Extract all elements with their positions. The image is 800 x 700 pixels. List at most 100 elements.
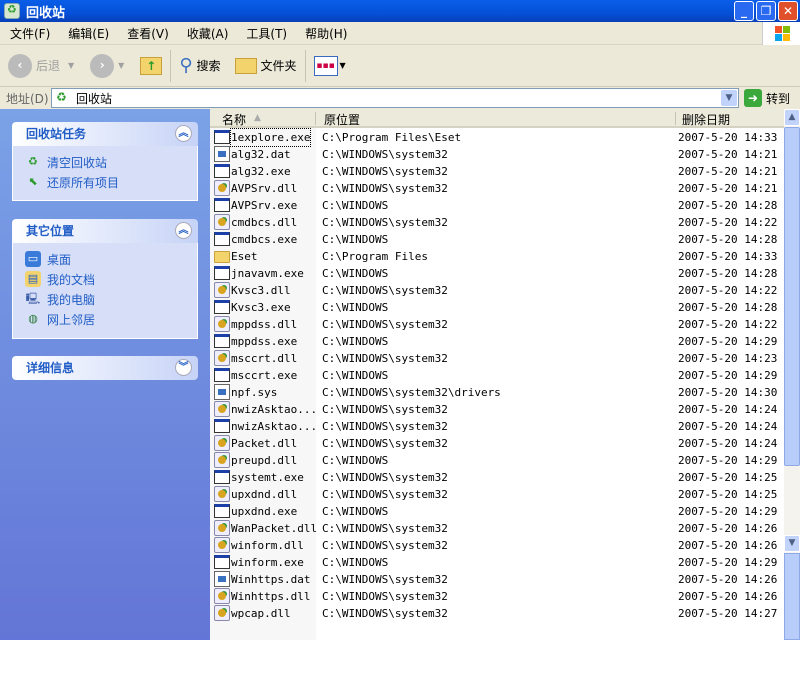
network-places-link[interactable]: ◍ 网上邻居 bbox=[25, 309, 185, 329]
file-row[interactable]: jnavavm.exe C:\WINDOWS 2007-5-20 14:28 bbox=[210, 265, 784, 282]
restore-all-link[interactable]: ⬉ 还原所有项目 bbox=[25, 172, 185, 192]
search-button[interactable]: ⚲ 搜索 bbox=[179, 55, 220, 76]
file-deleted-date: 2007-5-20 14:28 bbox=[678, 301, 778, 314]
file-row[interactable]: AVPSrv.dll C:\WINDOWS\system32 2007-5-20… bbox=[210, 180, 784, 197]
file-row[interactable]: 1explore.exe C:\Program Files\Eset 2007-… bbox=[210, 128, 784, 147]
exe-file-icon bbox=[214, 504, 230, 518]
column-date[interactable]: 删除日期 bbox=[682, 111, 730, 128]
panel-header[interactable]: 回收站任务 ︽ bbox=[12, 122, 198, 146]
column-location[interactable]: 原位置 bbox=[324, 111, 360, 128]
scroll-up-button[interactable]: ▲ bbox=[784, 109, 800, 126]
file-location: C:\WINDOWS\system32 bbox=[322, 403, 448, 416]
address-dropdown-button[interactable]: ▼ bbox=[721, 90, 737, 106]
menu-edit[interactable]: 编辑(E) bbox=[68, 25, 109, 42]
views-button[interactable]: ▪▪▪ ▼ bbox=[313, 55, 346, 76]
file-row[interactable]: wpcap.dll C:\WINDOWS\system32 2007-5-20 … bbox=[210, 605, 784, 622]
file-row[interactable]: Winhttps.dat C:\WINDOWS\system32 2007-5-… bbox=[210, 571, 784, 588]
file-location: C:\WINDOWS\system32 bbox=[322, 165, 448, 178]
my-computer-icon: 🖳 bbox=[25, 292, 41, 305]
folder-icon bbox=[234, 57, 257, 74]
file-name: Kvsc3.exe bbox=[231, 301, 291, 314]
menu-tools[interactable]: 工具(T) bbox=[246, 25, 287, 42]
panel-header[interactable]: 详细信息 ︾ bbox=[12, 356, 198, 380]
menu-file[interactable]: 文件(F) bbox=[10, 25, 50, 42]
close-button[interactable]: ✕ bbox=[778, 1, 798, 21]
folders-button[interactable]: 文件夹 bbox=[234, 57, 297, 74]
file-name: WanPacket.dll bbox=[231, 522, 318, 535]
file-row[interactable]: upxdnd.dll C:\WINDOWS\system32 2007-5-20… bbox=[210, 486, 784, 503]
empty-recycle-bin-link[interactable]: ♻ 清空回收站 bbox=[25, 152, 185, 172]
menu-view[interactable]: 查看(V) bbox=[127, 25, 169, 42]
lower-scrollbar-region[interactable] bbox=[784, 553, 800, 640]
forward-button[interactable]: › ▼ bbox=[90, 53, 124, 78]
views-icon: ▪▪▪ bbox=[313, 55, 338, 76]
window-title: 回收站 bbox=[26, 5, 66, 21]
file-row[interactable]: Kvsc3.dll C:\WINDOWS\system32 2007-5-20 … bbox=[210, 282, 784, 299]
file-name: AVPSrv.dll bbox=[231, 182, 298, 195]
collapse-icon[interactable]: ︽ bbox=[175, 125, 192, 142]
my-computer-link[interactable]: 🖳 我的电脑 bbox=[25, 289, 185, 309]
file-name: upxdnd.dll bbox=[231, 488, 298, 501]
file-row[interactable]: alg32.exe C:\WINDOWS\system32 2007-5-20 … bbox=[210, 163, 784, 180]
file-row[interactable]: Winhttps.dll C:\WINDOWS\system32 2007-5-… bbox=[210, 588, 784, 605]
exe-file-icon bbox=[214, 130, 230, 144]
file-name: Eset bbox=[231, 250, 258, 263]
panel-header[interactable]: 其它位置 ︽ bbox=[12, 219, 198, 243]
column-name[interactable]: 名称 bbox=[222, 111, 246, 128]
file-row[interactable]: msccrt.exe C:\WINDOWS 2007-5-20 14:29 bbox=[210, 367, 784, 384]
file-row[interactable]: preupd.dll C:\WINDOWS 2007-5-20 14:29 bbox=[210, 452, 784, 469]
file-location: C:\WINDOWS bbox=[322, 505, 389, 518]
file-row[interactable]: systemt.exe C:\WINDOWS\system32 2007-5-2… bbox=[210, 469, 784, 486]
windows-logo-icon bbox=[762, 22, 800, 45]
dat-file-icon bbox=[214, 384, 230, 400]
menu-favorites[interactable]: 收藏(A) bbox=[187, 25, 229, 42]
file-location: C:\WINDOWS bbox=[322, 369, 389, 382]
recycle-bin-icon: ♻ bbox=[56, 90, 67, 104]
restore-icon: ⬉ bbox=[28, 175, 38, 188]
file-deleted-date: 2007-5-20 14:21 bbox=[678, 165, 778, 178]
file-location: C:\WINDOWS\system32 bbox=[322, 539, 448, 552]
scroll-down-button[interactable]: ▼ bbox=[784, 535, 800, 552]
file-name: Winhttps.dll bbox=[231, 590, 311, 603]
expand-icon[interactable]: ︾ bbox=[175, 359, 192, 376]
file-name: upxdnd.exe bbox=[231, 505, 298, 518]
back-button[interactable]: ‹ 后退 ▼ bbox=[8, 53, 74, 78]
title-bar[interactable]: 回收站 _ ❐ ✕ bbox=[0, 0, 800, 22]
file-deleted-date: 2007-5-20 14:23 bbox=[678, 352, 778, 365]
file-location: C:\WINDOWS bbox=[322, 301, 389, 314]
file-row[interactable]: winform.dll C:\WINDOWS\system32 2007-5-2… bbox=[210, 537, 784, 554]
go-button[interactable]: ➜ 转到 bbox=[744, 89, 790, 107]
up-folder-button[interactable]: ↑ bbox=[140, 56, 163, 75]
search-icon: ⚲ bbox=[179, 55, 193, 76]
file-row[interactable]: nwizAsktao... C:\WINDOWS\system32 2007-5… bbox=[210, 418, 784, 435]
file-row[interactable]: Eset C:\Program Files 2007-5-20 14:33 bbox=[210, 248, 784, 265]
file-row[interactable]: alg32.dat C:\WINDOWS\system32 2007-5-20 … bbox=[210, 146, 784, 163]
my-documents-link[interactable]: ▤ 我的文档 bbox=[25, 269, 185, 289]
vertical-scrollbar[interactable]: ▲ ▼ bbox=[784, 109, 800, 640]
file-row[interactable]: AVPSrv.exe C:\WINDOWS 2007-5-20 14:28 bbox=[210, 197, 784, 214]
collapse-icon[interactable]: ︽ bbox=[175, 222, 192, 239]
file-name: msccrt.dll bbox=[231, 352, 298, 365]
up-folder-icon: ↑ bbox=[140, 56, 163, 75]
address-bar: 地址(D) ♻ 回收站 ▼ ➜ 转到 bbox=[0, 87, 800, 109]
file-row[interactable]: nwizAsktao... C:\WINDOWS\system32 2007-5… bbox=[210, 401, 784, 418]
file-row[interactable]: Kvsc3.exe C:\WINDOWS 2007-5-20 14:28 bbox=[210, 299, 784, 316]
address-input[interactable]: ♻ 回收站 ▼ bbox=[51, 88, 739, 108]
file-row[interactable]: npf.sys C:\WINDOWS\system32\drivers 2007… bbox=[210, 384, 784, 401]
file-row[interactable]: WanPacket.dll C:\WINDOWS\system32 2007-5… bbox=[210, 520, 784, 537]
file-row[interactable]: upxdnd.exe C:\WINDOWS 2007-5-20 14:29 bbox=[210, 503, 784, 520]
desktop-link[interactable]: ▭ 桌面 bbox=[25, 249, 185, 269]
menu-help[interactable]: 帮助(H) bbox=[305, 25, 347, 42]
file-deleted-date: 2007-5-20 14:22 bbox=[678, 284, 778, 297]
file-row[interactable]: cmdbcs.dll C:\WINDOWS\system32 2007-5-20… bbox=[210, 214, 784, 231]
file-row[interactable]: cmdbcs.exe C:\WINDOWS 2007-5-20 14:28 bbox=[210, 231, 784, 248]
file-row[interactable]: msccrt.dll C:\WINDOWS\system32 2007-5-20… bbox=[210, 350, 784, 367]
dll-file-icon bbox=[214, 350, 230, 366]
file-row[interactable]: winform.exe C:\WINDOWS 2007-5-20 14:29 bbox=[210, 554, 784, 571]
file-row[interactable]: mppdss.exe C:\WINDOWS 2007-5-20 14:29 bbox=[210, 333, 784, 350]
file-row[interactable]: mppdss.dll C:\WINDOWS\system32 2007-5-20… bbox=[210, 316, 784, 333]
minimize-button[interactable]: _ bbox=[734, 1, 754, 21]
maximize-button[interactable]: ❐ bbox=[756, 1, 776, 21]
file-row[interactable]: Packet.dll C:\WINDOWS\system32 2007-5-20… bbox=[210, 435, 784, 452]
scroll-thumb[interactable] bbox=[784, 127, 800, 466]
